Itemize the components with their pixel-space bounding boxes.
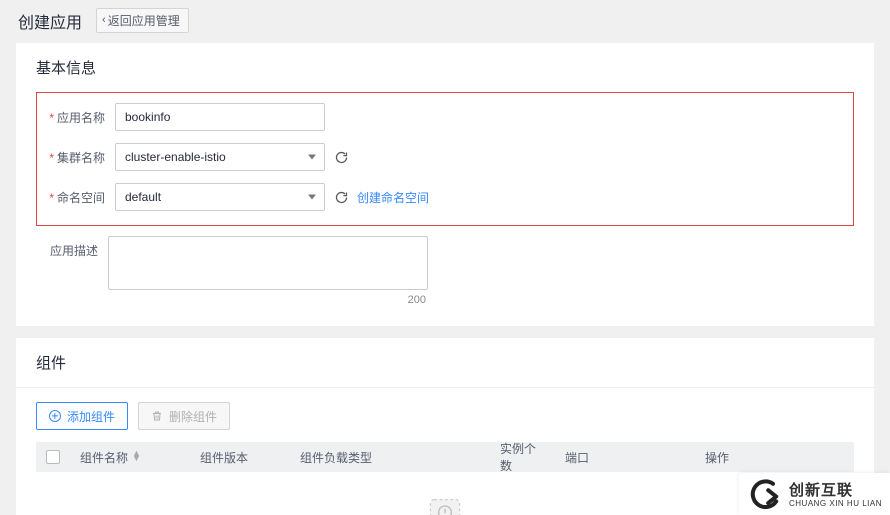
- empty-icon: [423, 496, 467, 515]
- basic-info-title: 基本信息: [36, 57, 854, 78]
- namespace-label: *命名空间: [43, 183, 105, 206]
- brand-name-cn: 创新互联: [789, 482, 882, 499]
- select-all-checkbox[interactable]: [46, 450, 60, 464]
- caret-down-icon: [308, 195, 316, 200]
- col-instance-count: 实例个数: [490, 440, 555, 474]
- cluster-name-label: *集群名称: [43, 143, 105, 166]
- char-limit-label: 200: [408, 294, 426, 306]
- required-fields-highlight: *应用名称 *集群名称 cluster-enable-istio: [36, 92, 854, 226]
- col-operation: 操作: [695, 449, 854, 466]
- brand-watermark: 创新互联 CHUANG XIN HU LIAN: [739, 473, 890, 515]
- add-component-button[interactable]: 添加组件: [36, 402, 128, 430]
- back-label: 返回应用管理: [108, 12, 180, 29]
- namespace-select-value: default: [125, 190, 161, 204]
- basic-info-panel: 基本信息 *应用名称 *集群名称 cluster-enable-istio: [16, 43, 874, 326]
- col-port: 端口: [555, 449, 695, 466]
- cluster-select[interactable]: cluster-enable-istio: [115, 143, 325, 171]
- caret-down-icon: [308, 155, 316, 160]
- brand-logo-icon: [749, 479, 781, 511]
- page-header: 创建应用 ‹ 返回应用管理: [16, 0, 874, 43]
- col-component-version: 组件版本: [190, 449, 290, 466]
- refresh-icon: [334, 190, 349, 205]
- brand-name-en: CHUANG XIN HU LIAN: [789, 499, 882, 508]
- create-namespace-link[interactable]: 创建命名空间: [357, 189, 429, 206]
- components-table-header: 组件名称 ▲▼ 组件版本 组件负载类型 实例个数 端口 操作: [36, 442, 854, 472]
- app-name-input[interactable]: [115, 103, 325, 131]
- back-to-apps-button[interactable]: ‹ 返回应用管理: [96, 8, 189, 33]
- namespace-select[interactable]: default: [115, 183, 325, 211]
- delete-component-label: 删除组件: [169, 408, 217, 425]
- page-title: 创建应用: [18, 9, 82, 33]
- plus-circle-icon: [49, 410, 61, 422]
- add-component-label: 添加组件: [67, 408, 115, 425]
- delete-component-button[interactable]: 删除组件: [138, 402, 230, 430]
- description-label: 应用描述: [36, 236, 98, 259]
- empty-state: 暂无数据: [36, 472, 854, 515]
- components-title: 组件: [36, 352, 854, 373]
- trash-icon: [151, 410, 163, 422]
- cluster-select-value: cluster-enable-istio: [125, 150, 226, 164]
- col-workload-type: 组件负载类型: [290, 449, 490, 466]
- refresh-icon: [334, 150, 349, 165]
- refresh-cluster-button[interactable]: [333, 149, 349, 165]
- description-textarea[interactable]: [108, 236, 428, 290]
- refresh-namespace-button[interactable]: [333, 189, 349, 205]
- app-name-label: *应用名称: [43, 103, 105, 126]
- chevron-left-icon: ‹: [102, 15, 106, 26]
- sort-icon: ▲▼: [132, 451, 141, 461]
- col-component-name[interactable]: 组件名称 ▲▼: [70, 449, 190, 466]
